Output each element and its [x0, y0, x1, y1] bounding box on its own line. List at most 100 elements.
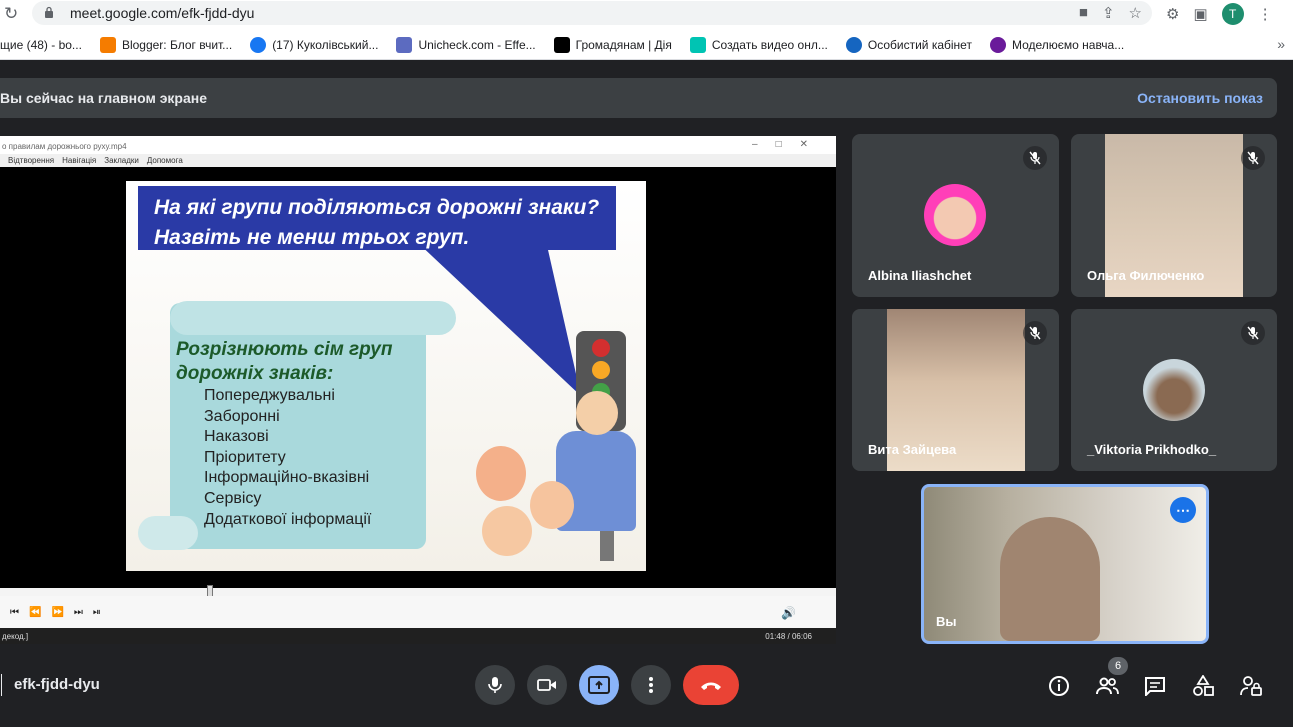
more-options-icon[interactable]: ⋯: [1170, 497, 1196, 523]
site-icon: [989, 36, 1006, 53]
bookmark-label: щие (48) - bo...: [0, 37, 82, 52]
activities-icon: [1193, 675, 1214, 696]
avatar: [924, 184, 986, 246]
stop-presenting-button[interactable]: Остановить показ: [1137, 90, 1263, 106]
lock-person-icon: [1240, 676, 1262, 696]
profile-avatar[interactable]: T: [1221, 3, 1244, 25]
present-screen-icon: [588, 676, 610, 694]
list-item: Сервісу: [204, 489, 262, 507]
facebook-icon: [250, 36, 267, 53]
rewind-icon[interactable]: ⏪: [29, 607, 41, 618]
bookmark-item[interactable]: Создать видео онл...: [689, 36, 828, 53]
participant-tile[interactable]: Albina Iliashchet: [852, 134, 1059, 297]
info-icon: [1049, 676, 1069, 696]
scroll-roll-bottom: [138, 516, 198, 550]
groups-list: Попереджувальні Заборонні Наказові Пріор…: [204, 386, 371, 530]
camera-icon[interactable]: ■: [1079, 4, 1088, 22]
bookmark-item[interactable]: Unicheck.com - Effe...: [396, 36, 536, 53]
play-icon: [689, 36, 706, 53]
mic-off-icon: [1023, 321, 1047, 345]
menu-item[interactable]: Відтворення: [8, 156, 54, 165]
bookmark-item[interactable]: Громадянам | Дія: [553, 36, 672, 53]
list-item: Заборонні: [204, 407, 280, 425]
player-time: 01:48 / 06:06: [765, 632, 812, 641]
menu-item[interactable]: Навігація: [62, 156, 96, 165]
host-controls-button[interactable]: [1238, 673, 1264, 699]
shared-screen: о правилам дорожнього руху.mp4 –□✕ Відтв…: [0, 136, 836, 644]
presenting-banner: Вы сейчас на главном экране Остановить п…: [0, 78, 1277, 118]
bookmark-label: Моделюємо навча...: [1011, 37, 1125, 52]
people-button[interactable]: [1094, 673, 1120, 699]
bookmark-label: Unicheck.com - Effe...: [418, 37, 536, 52]
bookmark-item[interactable]: Моделюємо навча...: [989, 36, 1125, 53]
kebab-icon: [649, 677, 653, 693]
bookmark-label: Blogger: Блог вчит...: [121, 37, 233, 52]
seek-bar[interactable]: [0, 585, 836, 597]
list-item: Додаткової інформації: [204, 510, 372, 528]
menu-item[interactable]: Закладки: [104, 156, 139, 165]
call-end-icon: [701, 682, 721, 690]
player-titlebar: о правилам дорожнього руху.mp4 –□✕: [0, 136, 836, 154]
chat-button[interactable]: [1142, 673, 1168, 699]
list-item: Пріоритету: [204, 448, 286, 466]
lock-icon: [45, 6, 53, 18]
chat-icon: [1145, 677, 1165, 696]
present-button[interactable]: [579, 665, 619, 705]
player-controls: ⏮ ⏪ ⏩ ⏭ ⏯: [0, 596, 836, 628]
volume-icon[interactable]: 🔊: [781, 606, 796, 620]
url-text: meet.google.com/efk-fjdd-dyu: [70, 5, 255, 21]
share-icon[interactable]: ⇪: [1102, 4, 1115, 22]
meeting-details-button[interactable]: [1046, 673, 1072, 699]
blogger-icon: [99, 36, 116, 53]
participant-name: _Viktoria Prikhodko_: [1087, 442, 1217, 457]
videocam-icon: [537, 679, 556, 691]
more-options-button[interactable]: [631, 665, 671, 705]
player-statusbar: декод.] 01:48 / 06:06: [0, 628, 836, 644]
mic-button[interactable]: [475, 665, 515, 705]
camera-button[interactable]: [527, 665, 567, 705]
menu-kebab-icon[interactable]: ⋮: [1258, 5, 1273, 23]
mic-off-icon: [1241, 146, 1265, 170]
divider: [1, 674, 2, 696]
address-bar[interactable]: meet.google.com/efk-fjdd-dyu ■ ⇪ ☆: [32, 1, 1152, 25]
activities-button[interactable]: [1190, 673, 1216, 699]
self-tile[interactable]: ⋯ Вы: [921, 484, 1209, 644]
bookmark-item[interactable]: щие (48) - bo...: [0, 38, 82, 52]
participant-tile[interactable]: Вита Зайцева: [852, 309, 1059, 471]
participant-name: Ольга Филюченко: [1087, 268, 1205, 283]
participant-tile[interactable]: Ольга Филюченко: [1071, 134, 1277, 297]
bookmark-star-icon[interactable]: ☆: [1129, 4, 1142, 22]
forward-icon[interactable]: ⏩: [51, 607, 63, 618]
meeting-code: efk-fjdd-dyu: [14, 676, 100, 693]
skip-back-icon[interactable]: ⏮: [10, 607, 19, 618]
red-light: [592, 339, 610, 357]
bookmarks-bar: щие (48) - bo... Blogger: Блог вчит... (…: [0, 30, 1293, 60]
player-menu: Відтворення Навігація Закладки Допомога: [0, 154, 836, 167]
list-item: Наказові: [204, 428, 269, 446]
leave-call-button[interactable]: [683, 665, 739, 705]
mic-off-icon: [1023, 146, 1047, 170]
unicheck-icon: [396, 36, 413, 53]
window-controls[interactable]: –□✕: [752, 139, 826, 150]
groups-title: Розрізнюють сім груп дорожніх знаків:: [176, 339, 393, 384]
menu-item[interactable]: Допомога: [147, 156, 183, 165]
bookmark-item[interactable]: Особистий кабінет: [845, 36, 972, 53]
reload-icon[interactable]: ↻: [4, 4, 18, 24]
bookmarks-overflow-icon[interactable]: »: [1277, 36, 1285, 52]
side-panel-icon[interactable]: ▣: [1193, 5, 1207, 23]
play-pause-icon[interactable]: ⏯: [93, 607, 101, 618]
extensions-icon[interactable]: ⚙: [1166, 5, 1179, 23]
player-title: о правилам дорожнього руху.mp4: [2, 142, 127, 151]
cabinet-icon: [845, 36, 862, 53]
skip-forward-icon[interactable]: ⏭: [74, 607, 83, 618]
list-item: Попереджувальні: [204, 387, 335, 404]
bookmark-label: (17) Куколівський...: [272, 37, 379, 52]
bookmark-item[interactable]: (17) Куколівський...: [250, 36, 379, 53]
bookmark-item[interactable]: Blogger: Блог вчит...: [99, 36, 233, 53]
participant-name: Albina Iliashchet: [868, 268, 972, 283]
participant-tile[interactable]: _Viktoria Prikhodko_: [1071, 309, 1277, 471]
browser-toolbar: ↻ meet.google.com/efk-fjdd-dyu ■ ⇪ ☆ ⚙ ▣…: [0, 0, 1293, 30]
child-illustration: [476, 446, 526, 501]
video-slide: На які групи поділяються дорожні знаки? …: [126, 181, 646, 571]
scroll-roll-top: [170, 301, 456, 335]
